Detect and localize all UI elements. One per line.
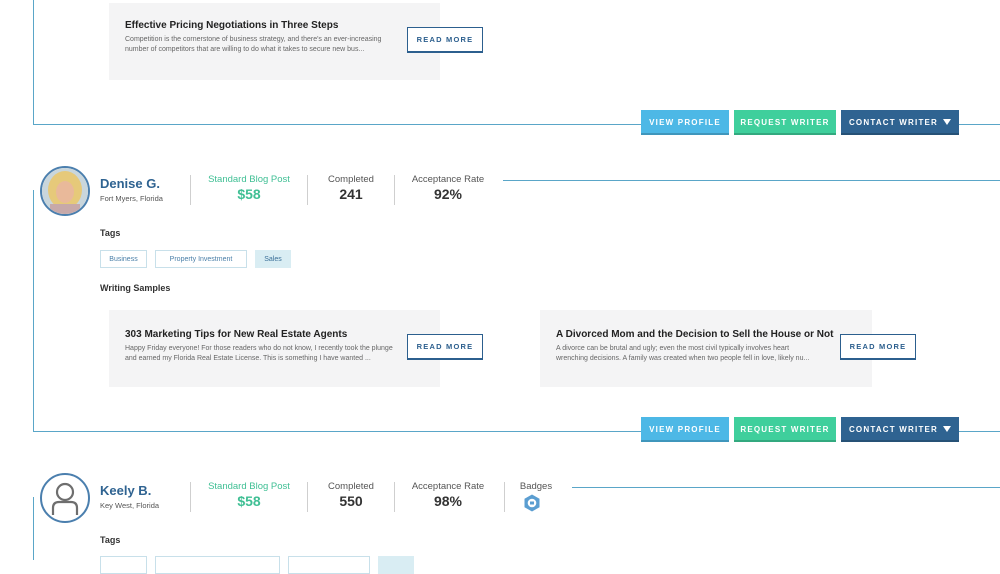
tag-sales[interactable]: Sales	[255, 250, 291, 268]
header-line	[572, 487, 1000, 488]
price-label: Standard Blog Post	[208, 174, 290, 185]
sample-excerpt: Happy Friday everyone! For those readers…	[125, 345, 393, 362]
tag-property-investment[interactable]: Property Investment	[155, 250, 247, 268]
writer-name[interactable]: Denise G.	[100, 176, 160, 191]
completed-value: 550	[339, 493, 363, 509]
contact-writer-label: CONTACT WRITER	[848, 118, 939, 127]
read-more-button[interactable]: READ MORE	[407, 27, 483, 53]
view-profile-button[interactable]: VIEW PROFILE	[641, 417, 729, 442]
view-profile-button[interactable]: VIEW PROFILE	[641, 110, 729, 135]
badges-label: Badges	[519, 481, 553, 492]
sample-title: 303 Marketing Tips for New Real Estate A…	[125, 329, 348, 340]
card-left-border	[33, 497, 34, 560]
writing-sample-card: A Divorced Mom and the Decision to Sell …	[540, 310, 916, 387]
card-bottom-divider-right	[958, 431, 1000, 432]
card-bottom-divider-right	[958, 124, 1000, 125]
sample-title: A Divorced Mom and the Decision to Sell …	[556, 329, 834, 340]
writing-samples-label: Writing Samples	[100, 283, 171, 293]
tag-partial[interactable]	[378, 556, 414, 574]
stat-divider	[307, 175, 308, 205]
read-more-button[interactable]: READ MORE	[840, 334, 916, 360]
writer-location: Key West, Florida	[100, 501, 160, 510]
tags-label: Tags	[100, 228, 121, 238]
tag-partial[interactable]	[288, 556, 370, 574]
tag-business[interactable]: Business	[100, 250, 147, 268]
tag-partial[interactable]	[155, 556, 280, 574]
tags-label: Tags	[100, 535, 121, 545]
card-bottom-divider	[33, 124, 641, 125]
caret-down-icon	[943, 425, 952, 432]
writing-sample-card: Effective Pricing Negotiations in Three …	[109, 3, 483, 80]
writer-location: Fort Myers, Florida	[100, 194, 163, 203]
sample-title: Effective Pricing Negotiations in Three …	[125, 20, 339, 31]
sample-excerpt: Competition is the cornerstone of busine…	[125, 36, 382, 53]
caret-down-icon	[943, 118, 952, 125]
card-left-border	[33, 0, 34, 125]
avatar[interactable]	[40, 473, 90, 523]
badge-icon[interactable]	[523, 494, 541, 512]
completed-value: 241	[339, 186, 363, 202]
header-line	[503, 180, 1000, 181]
card-bottom-divider	[33, 431, 641, 432]
price-value: $58	[237, 186, 261, 202]
completed-label: Completed	[328, 481, 374, 492]
stat-divider	[307, 482, 308, 512]
tag-partial[interactable]	[100, 556, 147, 574]
avatar[interactable]	[40, 166, 90, 216]
acceptance-value: 92%	[433, 186, 463, 202]
writer-name[interactable]: Keely B.	[100, 483, 151, 498]
request-writer-button[interactable]: REQUEST WRITER	[734, 417, 836, 442]
price-value: $58	[237, 493, 261, 509]
writing-sample-card: 303 Marketing Tips for New Real Estate A…	[109, 310, 483, 387]
contact-writer-button[interactable]: CONTACT WRITER	[841, 110, 959, 135]
acceptance-label: Acceptance Rate	[411, 481, 485, 492]
profile-photo	[42, 168, 88, 214]
read-more-button[interactable]: READ MORE	[407, 334, 483, 360]
sample-excerpt: A divorce can be brutal and ugly; even t…	[556, 345, 810, 362]
stat-divider	[504, 482, 505, 512]
default-user-icon	[51, 482, 79, 515]
stat-divider	[394, 482, 395, 512]
stat-divider	[190, 175, 191, 205]
acceptance-label: Acceptance Rate	[411, 174, 485, 185]
completed-label: Completed	[328, 174, 374, 185]
stat-divider	[394, 175, 395, 205]
acceptance-value: 98%	[433, 493, 463, 509]
contact-writer-button[interactable]: CONTACT WRITER	[841, 417, 959, 442]
request-writer-button[interactable]: REQUEST WRITER	[734, 110, 836, 135]
stat-divider	[190, 482, 191, 512]
card-left-border	[33, 190, 34, 432]
contact-writer-label: CONTACT WRITER	[848, 425, 939, 434]
price-label: Standard Blog Post	[208, 481, 290, 492]
